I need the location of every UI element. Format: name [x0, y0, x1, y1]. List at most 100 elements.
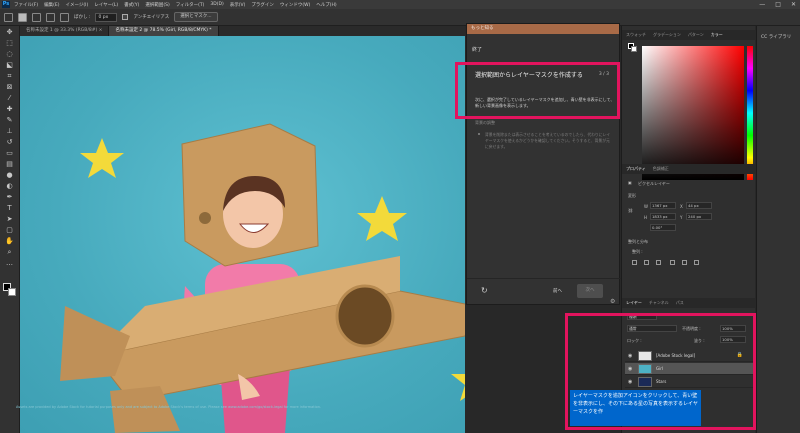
dodge-tool-icon[interactable]: ◐ — [5, 182, 15, 190]
new-selection-icon[interactable] — [18, 12, 27, 22]
move-tool-icon[interactable]: ✥ — [5, 28, 15, 36]
rocket-window-shape — [335, 284, 395, 348]
gradient-tool-icon[interactable]: ▤ — [5, 160, 15, 168]
eraser-tool-icon[interactable]: ▭ — [5, 149, 15, 157]
bullet-icon — [478, 133, 480, 135]
document-tabs: 名称未設定 1 @ 33.3% (RGB/8#) × 名称未設定 2 @ 78.… — [20, 26, 465, 36]
align-heading[interactable]: 整列と分布 — [628, 239, 648, 245]
type-tool-icon[interactable]: T — [5, 204, 15, 212]
tab-document-2[interactable]: 名称未設定 2 @ 78.5% (Girl, RGB/8/CMYK) * — [109, 26, 219, 36]
step-title-highlight — [455, 62, 620, 119]
object-select-tool-icon[interactable]: ⬕ — [5, 61, 15, 69]
zoom-tool-icon[interactable]: ⌕ — [5, 248, 15, 256]
document-canvas[interactable] — [20, 36, 465, 433]
transform-heading[interactable]: 変形 — [628, 193, 636, 199]
pen-tool-icon[interactable]: ✒ — [5, 193, 15, 201]
align-center-icon[interactable] — [644, 260, 649, 265]
path-select-tool-icon[interactable]: ➤ — [5, 215, 15, 223]
frame-tool-icon[interactable]: ⊠ — [5, 83, 15, 91]
lasso-tool-icon[interactable] — [4, 12, 13, 22]
stock-credit-text: Assets are provided by Adobe Stock for t… — [16, 405, 322, 409]
history-brush-tool-icon[interactable]: ↺ — [5, 138, 15, 146]
angle-field[interactable]: 0.00° — [650, 224, 676, 231]
feather-input[interactable]: 0 px — [95, 12, 118, 22]
menu-help[interactable]: ヘルプ(H) — [316, 2, 336, 8]
marquee-tool-icon[interactable]: ⬚ — [5, 39, 15, 47]
align-right-icon[interactable] — [656, 260, 661, 265]
reset-icon[interactable]: ↻ — [481, 286, 488, 295]
antialias-label: アンチエイリアス — [133, 15, 170, 20]
add-selection-icon[interactable] — [32, 12, 41, 22]
menu-file[interactable]: ファイル(F) — [14, 2, 38, 8]
healing-brush-tool-icon[interactable]: ✚ — [5, 105, 15, 113]
tab-adjustments[interactable]: 色調補正 — [653, 164, 669, 174]
menu-edit[interactable]: 編集(E) — [44, 2, 59, 8]
menu-bar: Ps ファイル(F) 編集(E) イメージ(I) レイヤー(L) 書式(Y) 選… — [0, 0, 800, 9]
y-field[interactable]: 240 px — [686, 213, 712, 220]
menu-select[interactable]: 選択範囲(S) — [145, 2, 169, 8]
maximize-icon[interactable]: □ — [775, 1, 781, 8]
crop-tool-icon[interactable]: ⌗ — [5, 72, 15, 80]
tab-properties[interactable]: プロパティ — [626, 164, 646, 174]
collapsed-panel-dock: CC ライブラリ — [756, 26, 800, 433]
settings-gear-icon[interactable]: ⚙ — [610, 298, 615, 305]
antialias-checkbox[interactable] — [122, 14, 129, 20]
learn-footer: ↻ 前へ 次へ — [467, 278, 621, 304]
eyedropper-tool-icon[interactable]: ⁄ — [5, 94, 15, 102]
align-middle-icon[interactable] — [682, 260, 687, 265]
menu-filter[interactable]: フィルター(T) — [176, 2, 205, 8]
learn-done-link[interactable]: 終了 — [472, 46, 482, 53]
next-button[interactable]: 次へ — [577, 284, 603, 298]
learn-panel-header[interactable]: もっと知る — [467, 24, 619, 34]
tab-channels[interactable]: チャンネル — [649, 298, 669, 308]
more-tools-icon[interactable]: … — [5, 259, 15, 267]
tab-document-1[interactable]: 名称未設定 1 @ 33.3% (RGB/8#) × — [20, 26, 110, 36]
pixel-layer-icon: ▣ — [628, 180, 632, 185]
tab-gradients[interactable]: グラデーション — [653, 30, 681, 40]
menu-layer[interactable]: レイヤー(L) — [94, 2, 118, 8]
previous-button[interactable]: 前へ — [553, 288, 562, 294]
menu-plugins[interactable]: プラグイン — [251, 2, 274, 8]
intersect-selection-icon[interactable] — [60, 12, 69, 22]
tab-patterns[interactable]: パターン — [688, 30, 704, 40]
background-color-swatch[interactable] — [8, 288, 16, 296]
x-field[interactable]: 44 px — [686, 202, 712, 209]
options-bar: ぼかし : 0 px アンチエイリアス 選択とマスク... — [0, 9, 800, 26]
align-label: 整列 : — [632, 249, 643, 254]
brush-tool-icon[interactable]: ✎ — [5, 116, 15, 124]
height-field[interactable]: 1833 px — [650, 213, 676, 220]
align-bottom-icon[interactable] — [694, 260, 699, 265]
color-picker-field[interactable] — [642, 46, 744, 180]
cc-libraries-button[interactable]: CC ライブラリ — [761, 34, 791, 40]
close-icon[interactable]: ✕ — [791, 1, 796, 8]
menu-window[interactable]: ウィンドウ(W) — [280, 2, 310, 8]
lasso-tool-icon[interactable]: ◌ — [5, 50, 15, 58]
menu-view[interactable]: 表示(V) — [230, 2, 246, 8]
background-swatch[interactable] — [631, 46, 637, 52]
select-and-mask-button[interactable]: 選択とマスク... — [174, 12, 218, 22]
tab-paths[interactable]: パス — [676, 298, 684, 308]
photoshop-logo-icon[interactable]: Ps — [2, 1, 10, 8]
tab-swatches[interactable]: スウォッチ — [626, 30, 646, 40]
tab-layers[interactable]: レイヤー — [626, 298, 642, 308]
stamp-tool-icon[interactable]: ⊥ — [5, 127, 15, 135]
link-icon[interactable]: ⛓ — [628, 208, 633, 213]
learn-sub-description: 背景を削除または表示させることを考えているのでしたら、代わりにレイヤーマスクを使… — [485, 132, 611, 149]
star-shape — [80, 138, 124, 178]
minimize-icon[interactable]: — — [759, 1, 765, 8]
menu-image[interactable]: イメージ(I) — [65, 2, 88, 8]
shape-tool-icon[interactable]: ▢ — [5, 226, 15, 234]
hue-slider[interactable] — [747, 46, 753, 180]
align-top-icon[interactable] — [670, 260, 675, 265]
feather-label: ぼかし : — [74, 15, 91, 20]
learn-subhead: 背景の調整 — [475, 120, 495, 125]
width-field[interactable]: 1367 px — [650, 202, 676, 209]
menu-type[interactable]: 書式(Y) — [124, 2, 139, 8]
tab-color[interactable]: カラー — [711, 30, 723, 40]
blur-tool-icon[interactable]: ● — [5, 171, 15, 179]
menu-3d[interactable]: 3D(D) — [210, 2, 223, 7]
hand-tool-icon[interactable]: ✋ — [5, 237, 15, 245]
window-controls: — □ ✕ — [759, 0, 796, 9]
align-left-icon[interactable] — [632, 260, 637, 265]
subtract-selection-icon[interactable] — [46, 12, 55, 22]
